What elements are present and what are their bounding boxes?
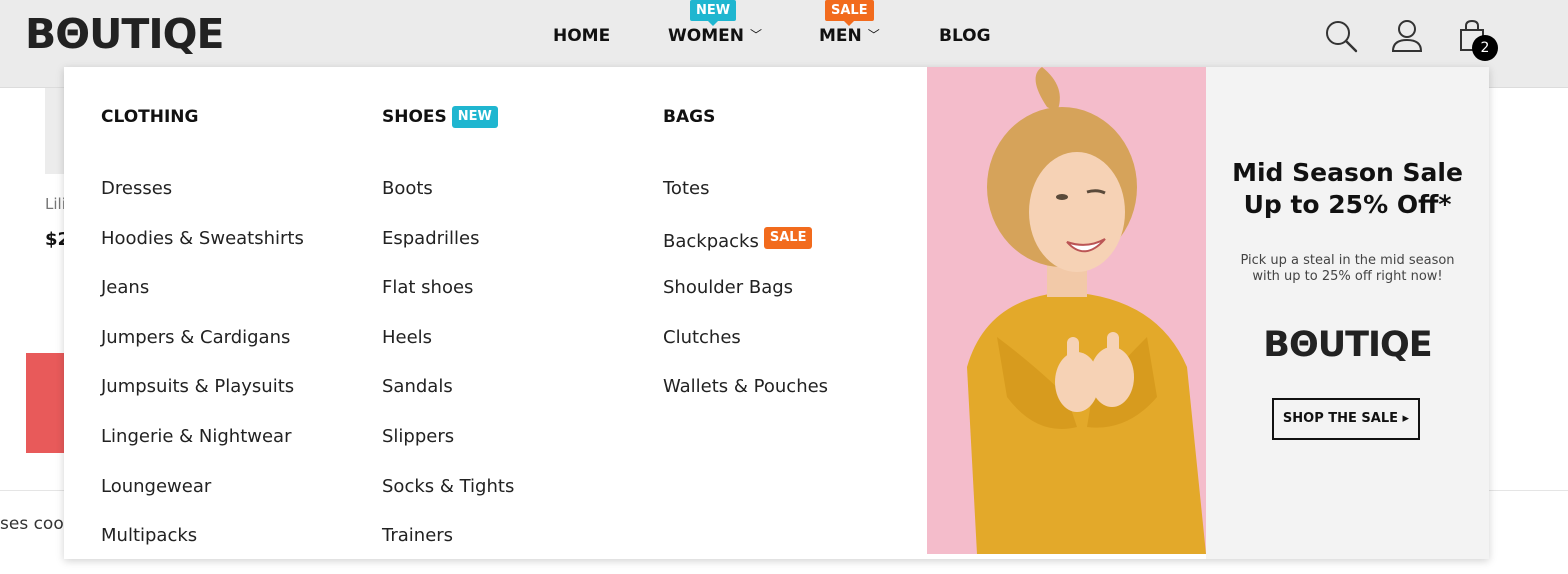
menu-link[interactable]: Sandals [382,375,514,425]
shoes-heading[interactable]: SHOES NEW [382,105,498,129]
promo-title-line2: Up to 25% Off* [1243,190,1452,219]
promo-banner-partial[interactable] [26,353,66,453]
promo-photo[interactable] [927,67,1206,554]
chevron-down-icon: ﹀ [867,28,880,42]
promo-panel: Mid Season Sale Up to 25% Off* Pick up a… [1206,67,1489,559]
promo-description: Pick up a steal in the mid season with u… [1240,253,1455,284]
menu-column-bags: BAGS Totes Backpacks SALE Shoulder Bags C… [663,105,828,397]
account-button[interactable] [1389,18,1425,54]
menu-link[interactable]: Jeans [101,276,304,326]
menu-link[interactable]: Hoodies & Sweatshirts [101,227,304,277]
menu-link[interactable]: Multipacks [101,524,304,574]
cookie-text-partial: ses coo [0,514,64,534]
men-sale-flag-text: SALE [831,3,868,18]
shoes-heading-label: SHOES [382,107,447,127]
shop-the-sale-button[interactable]: SHOP THE SALE ▸ [1272,398,1420,440]
search-button[interactable] [1323,18,1359,54]
promo-title-line1: Mid Season Sale [1232,158,1463,187]
shoes-list: Boots Espadrilles Flat shoes Heels Sanda… [382,177,514,574]
menu-link[interactable]: Jumpsuits & Playsuits [101,375,304,425]
nav-women[interactable]: NEW WOMEN ﹀ [668,0,762,46]
menu-link[interactable]: Slippers [382,425,514,475]
menu-link[interactable]: Wallets & Pouches [663,375,828,425]
promo-model-illustration [927,67,1206,554]
menu-link[interactable]: Loungewear [101,475,304,525]
chevron-down-icon: ﹀ [749,28,762,42]
clothing-heading[interactable]: CLOTHING [101,105,198,129]
bags-heading[interactable]: BAGS [663,105,715,129]
nav-men[interactable]: SALE MEN ﹀ [819,0,880,46]
search-icon [1326,21,1358,53]
menu-link[interactable]: Shoulder Bags [663,276,828,326]
nav-women-label: WOMEN [668,26,744,46]
user-icon [1391,20,1423,52]
nav-blog-label: BLOG [939,26,991,46]
menu-link[interactable]: Trainers [382,524,514,574]
menu-link-backpacks[interactable]: Backpacks SALE [663,226,828,277]
menu-link[interactable]: Dresses [101,177,304,227]
menu-link[interactable]: Socks & Tights [382,475,514,525]
menu-link[interactable]: Boots [382,177,514,227]
cart-count-badge: 2 [1472,35,1498,61]
nav-blog[interactable]: BLOG [939,26,991,46]
menu-link[interactable]: Jumpers & Cardigans [101,326,304,376]
women-new-flag: NEW [690,0,737,26]
menu-column-clothing: CLOTHING Dresses Hoodies & Sweatshirts J… [101,105,304,546]
backpacks-label: Backpacks [663,230,759,252]
men-sale-flag: SALE [825,0,874,26]
backpacks-sale-tag: SALE [763,226,813,249]
menu-link[interactable]: Heels [382,326,514,376]
menu-link[interactable]: Totes [663,177,828,227]
menu-link[interactable]: Clutches [663,326,828,376]
menu-link[interactable]: Lingerie & Nightwear [101,425,304,475]
brand-logo[interactable]: BΘUTIQE [25,10,224,58]
women-mega-menu: CLOTHING Dresses Hoodies & Sweatshirts J… [64,67,1489,559]
promo-logo: BΘUTIQE [1263,325,1432,365]
menu-link[interactable]: Flat shoes [382,276,514,326]
nav-men-label: MEN [819,26,862,46]
clothing-list: Dresses Hoodies & Sweatshirts Jeans Jump… [101,177,304,574]
women-new-flag-text: NEW [696,3,731,18]
promo-title: Mid Season Sale Up to 25% Off* [1206,157,1489,221]
product-image-partial[interactable] [45,88,65,174]
bags-list: Totes Backpacks SALE Shoulder Bags Clutch… [663,177,828,425]
menu-link[interactable]: Espadrilles [382,227,514,277]
product-name-partial[interactable]: Lili [45,195,66,213]
shoes-new-tag: NEW [451,106,498,128]
nav-home[interactable]: HOME [553,26,610,46]
menu-column-shoes: SHOES NEW Boots Espadrilles Flat shoes He… [382,105,514,546]
nav-home-label: HOME [553,26,611,46]
